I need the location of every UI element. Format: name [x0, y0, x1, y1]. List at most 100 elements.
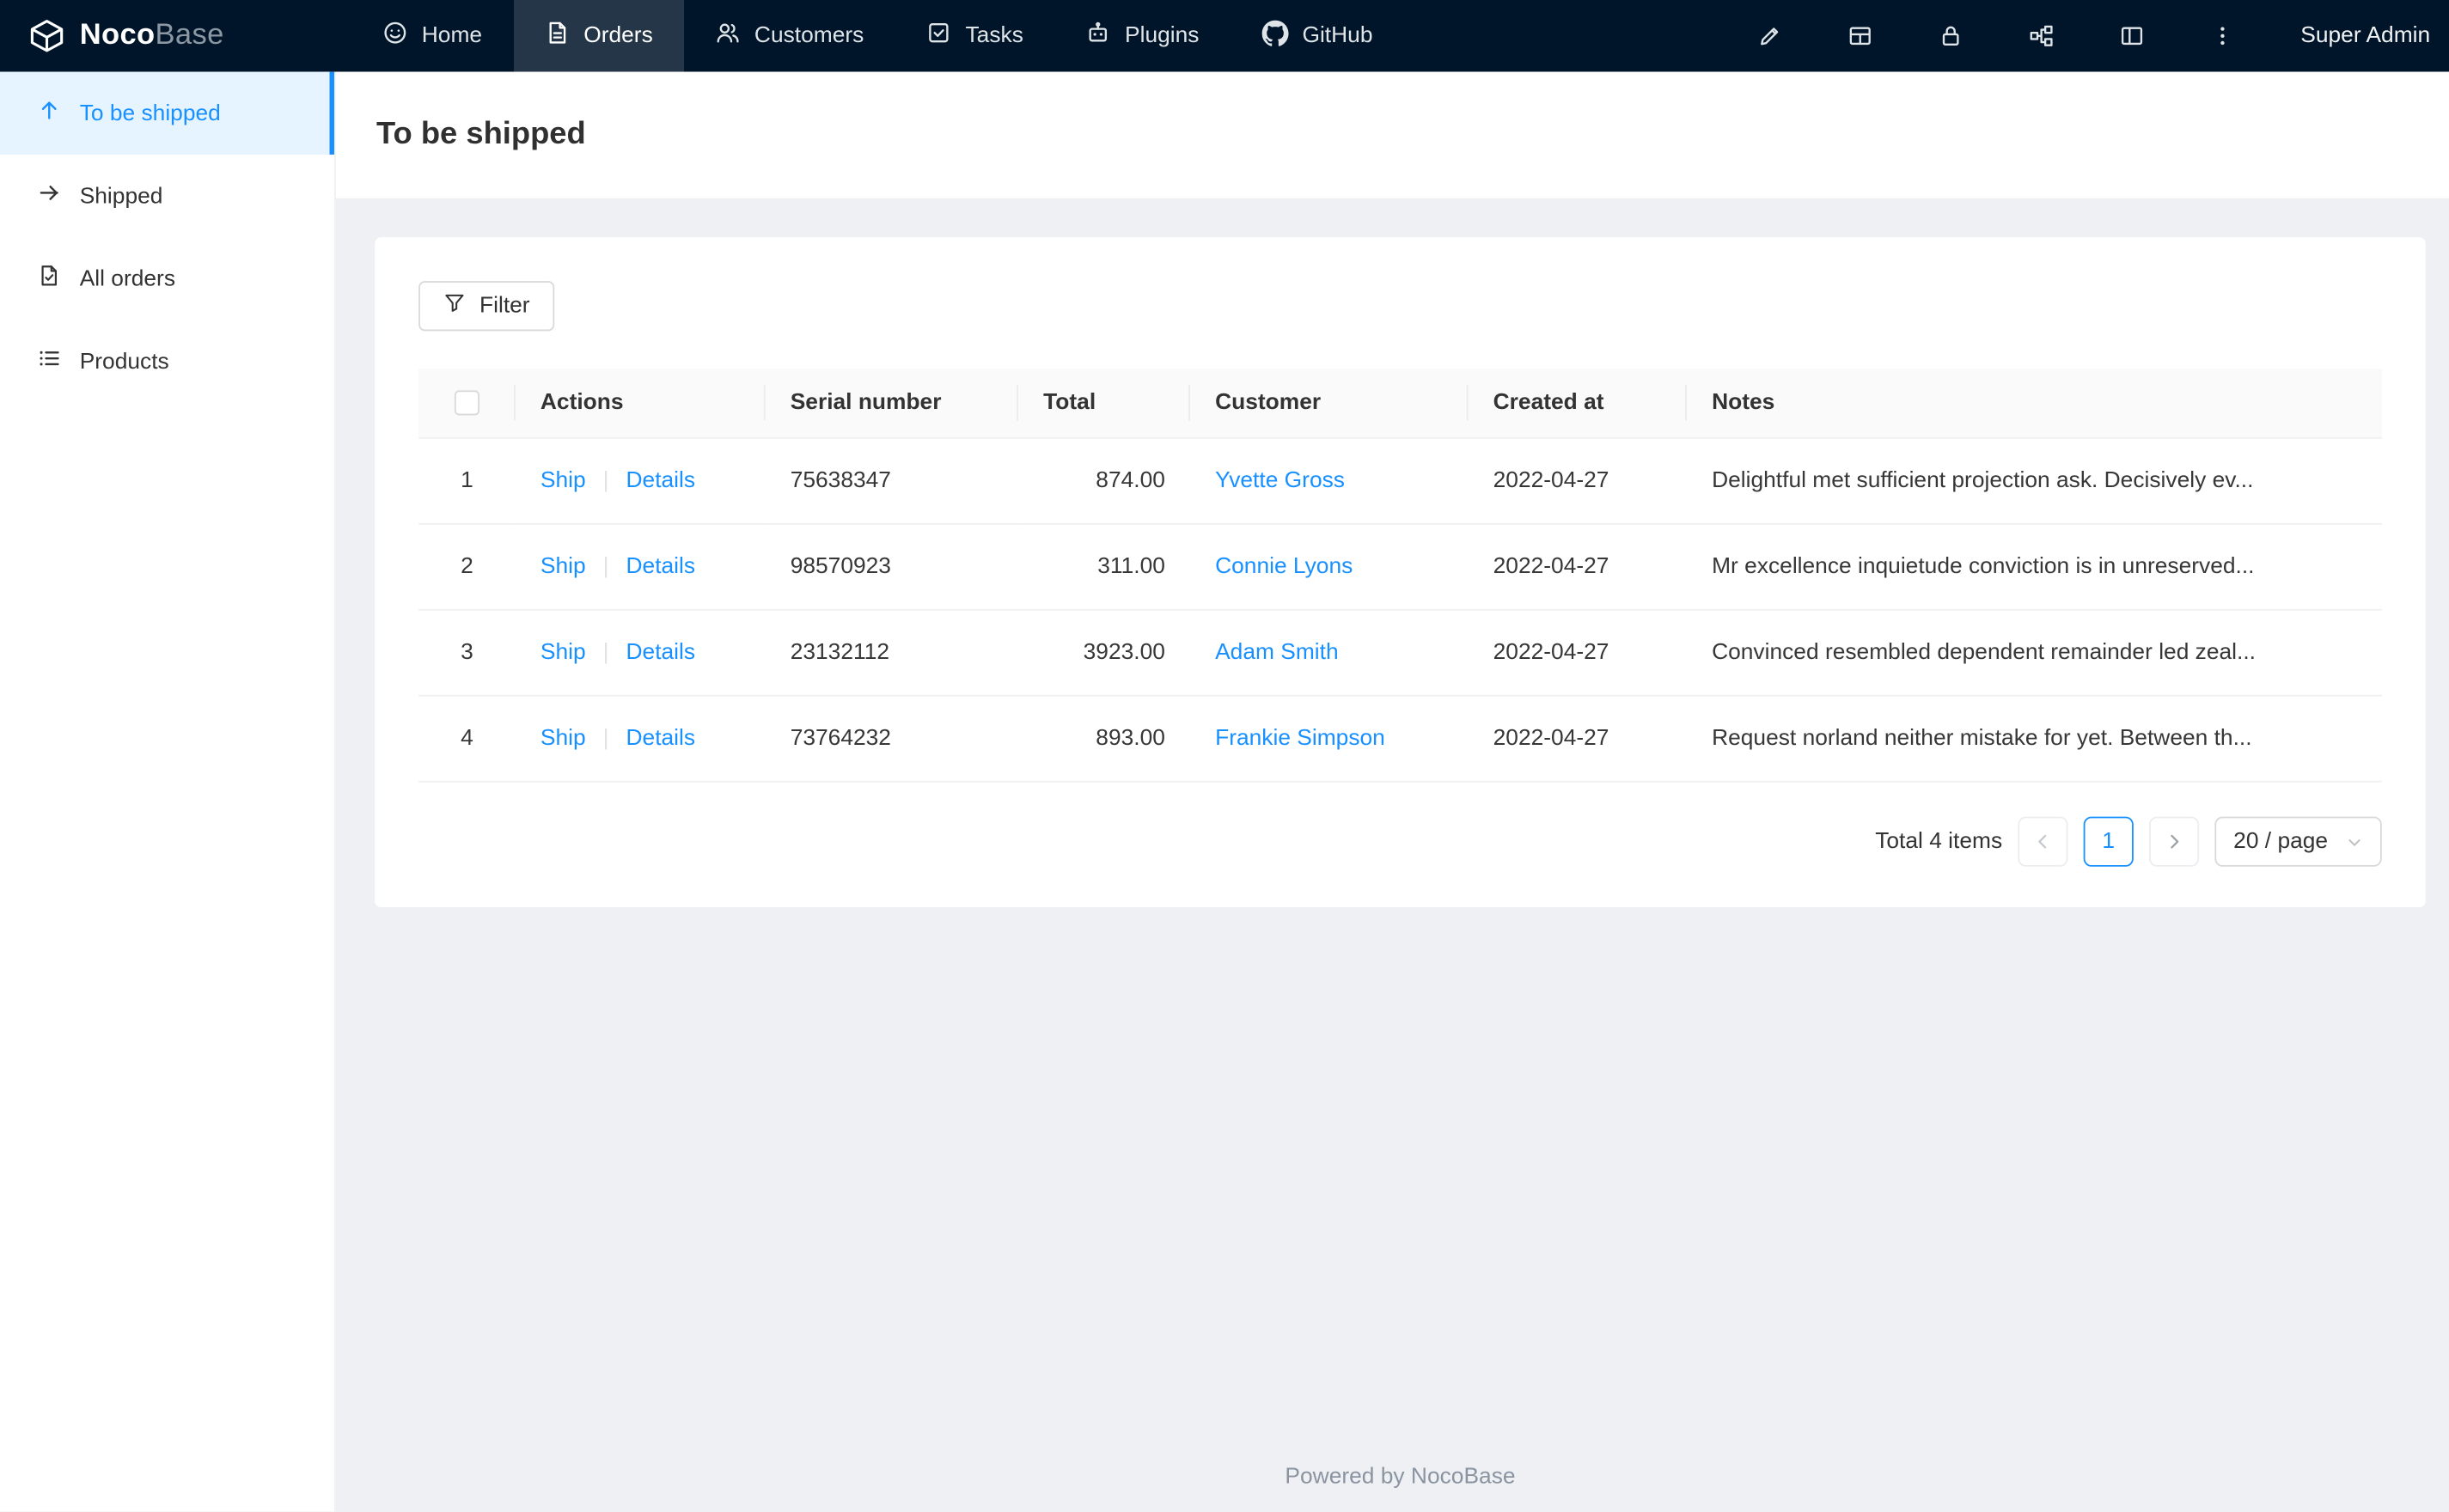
created-cell: 2022-04-27 [1468, 438, 1688, 526]
customer-link[interactable]: Yvette Gross [1215, 469, 1345, 494]
created-cell: 2022-04-27 [1468, 696, 1688, 783]
layout-icon[interactable] [2119, 23, 2144, 48]
sidebar-item-all-orders[interactable]: All orders [0, 237, 334, 320]
nav-label: Home [421, 23, 483, 49]
main-area: To be shipped Filter Actions Serial numb… [335, 71, 2449, 1512]
navbar-actions: Super Admin [1757, 0, 2449, 72]
app-viewport: NocoBase Home Orders Customers Tasks Plu… [0, 0, 2449, 1512]
column-header-created: Created at [1468, 368, 1688, 440]
logo-text: NocoBase [79, 18, 224, 52]
pagination: Total 4 items 1 20 / page [418, 816, 2382, 868]
main-nav: Home Orders Customers Tasks Plugins GitH… [351, 0, 1404, 72]
details-link[interactable]: Details [626, 726, 696, 751]
row-index: 1 [418, 438, 516, 526]
serial-cell: 23132112 [765, 610, 1019, 697]
total-cell: 893.00 [1018, 696, 1191, 783]
table-row: 1 Ship | Details 75638347 874.00 Yvette Gr… [418, 438, 2382, 526]
page-title: To be shipped [376, 117, 586, 152]
created-cell: 2022-04-27 [1468, 524, 1688, 611]
row-index: 4 [418, 696, 516, 783]
home-icon [382, 21, 407, 52]
select-all-checkbox[interactable] [454, 390, 480, 416]
row-index: 3 [418, 610, 516, 697]
table-row: 4 Ship | Details 73764232 893.00 Frankie S… [418, 696, 2382, 783]
sidebar-item-products[interactable]: Products [0, 320, 334, 403]
row-index: 2 [418, 524, 516, 611]
ship-link[interactable]: Ship [540, 641, 586, 666]
serial-cell: 98570923 [765, 524, 1019, 611]
notes-cell: Delightful met sufficient projection ask… [1687, 438, 2382, 526]
column-header-total: Total [1018, 368, 1191, 440]
pagination-next-button[interactable] [2149, 816, 2200, 868]
top-navbar: NocoBase Home Orders Customers Tasks Plu… [0, 0, 2449, 72]
partition-icon[interactable] [2029, 23, 2054, 48]
customers-icon [715, 21, 740, 52]
file-done-icon [38, 264, 61, 294]
list-icon [38, 347, 61, 377]
lock-icon[interactable] [1939, 23, 1963, 48]
total-cell: 874.00 [1018, 438, 1191, 526]
content-area: Filter Actions Serial number Total Custo… [336, 198, 2449, 1512]
column-header-serial: Serial number [765, 368, 1019, 440]
serial-cell: 73764232 [765, 696, 1019, 783]
nav-label: GitHub [1302, 23, 1373, 49]
user-menu[interactable]: Super Admin [2300, 23, 2430, 48]
divider: | [602, 726, 609, 752]
footer-text: Powered by NocoBase [1285, 1464, 1516, 1490]
nav-label: Orders [583, 23, 653, 49]
details-link[interactable]: Details [626, 469, 696, 494]
divider: | [602, 468, 609, 494]
filter-button[interactable]: Filter [418, 281, 555, 332]
table-header-row: Actions Serial number Total Customer Cre… [418, 368, 2382, 440]
sidebar-item-label: Shipped [79, 183, 163, 209]
nav-item-github[interactable]: GitHub [1231, 0, 1404, 72]
table-row: 2 Ship | Details 98570923 311.00 Connie Ly… [418, 524, 2382, 611]
notes-cell: Mr excellence inquietude conviction is i… [1687, 524, 2382, 611]
nav-item-home[interactable]: Home [351, 0, 513, 72]
page-header: To be shipped [335, 71, 2449, 198]
sidebar-item-to-be-shipped[interactable]: To be shipped [0, 71, 334, 155]
filter-label: Filter [479, 293, 530, 319]
table-icon[interactable] [1847, 23, 1872, 48]
nav-label: Tasks [965, 23, 1023, 49]
orders-card: Filter Actions Serial number Total Custo… [375, 237, 2426, 908]
pagination-total: Total 4 items [1875, 829, 2003, 855]
nav-item-orders[interactable]: Orders [513, 0, 685, 72]
table-row: 3 Ship | Details 23132112 3923.00 Adam Smi… [418, 610, 2382, 697]
customer-link[interactable]: Connie Lyons [1215, 555, 1353, 580]
sidebar-item-label: To be shipped [79, 101, 221, 126]
nav-item-tasks[interactable]: Tasks [895, 0, 1055, 72]
nav-item-customers[interactable]: Customers [684, 0, 895, 72]
nav-item-plugins[interactable]: Plugins [1054, 0, 1231, 72]
pen-icon[interactable] [1757, 23, 1782, 48]
customer-link[interactable]: Frankie Simpson [1215, 726, 1385, 751]
customer-link[interactable]: Adam Smith [1215, 641, 1339, 666]
column-header-actions: Actions [515, 368, 766, 440]
chevron-down-icon [2348, 838, 2360, 846]
sidebar-item-shipped[interactable]: Shipped [0, 155, 334, 237]
page-size-select[interactable]: 20 / page [2214, 816, 2382, 868]
orders-table: Actions Serial number Total Customer Cre… [418, 368, 2382, 783]
ship-link[interactable]: Ship [540, 726, 586, 751]
filter-icon [443, 292, 465, 320]
sidebar-item-label: Products [79, 349, 169, 375]
details-link[interactable]: Details [626, 641, 696, 666]
ship-link[interactable]: Ship [540, 469, 586, 494]
divider: | [602, 640, 609, 666]
pagination-prev-button[interactable] [2018, 816, 2068, 868]
ship-link[interactable]: Ship [540, 555, 586, 580]
nocobase-logo[interactable]: NocoBase [0, 0, 336, 72]
sidebar: To be shipped Shipped All orders Product… [0, 71, 336, 1512]
total-cell: 311.00 [1018, 524, 1191, 611]
column-header-notes: Notes [1687, 368, 2382, 440]
notes-cell: Request norland neither mistake for yet.… [1687, 696, 2382, 783]
more-icon[interactable] [2210, 23, 2235, 48]
tasks-icon [926, 21, 951, 52]
notes-cell: Convinced resembled dependent remainder … [1687, 610, 2382, 697]
pagination-page-1[interactable]: 1 [2083, 816, 2134, 868]
page-size-value: 20 / page [2233, 829, 2329, 855]
sidebar-item-label: All orders [79, 265, 176, 291]
nav-label: Plugins [1125, 23, 1200, 49]
orders-icon [545, 21, 570, 52]
details-link[interactable]: Details [626, 555, 696, 580]
